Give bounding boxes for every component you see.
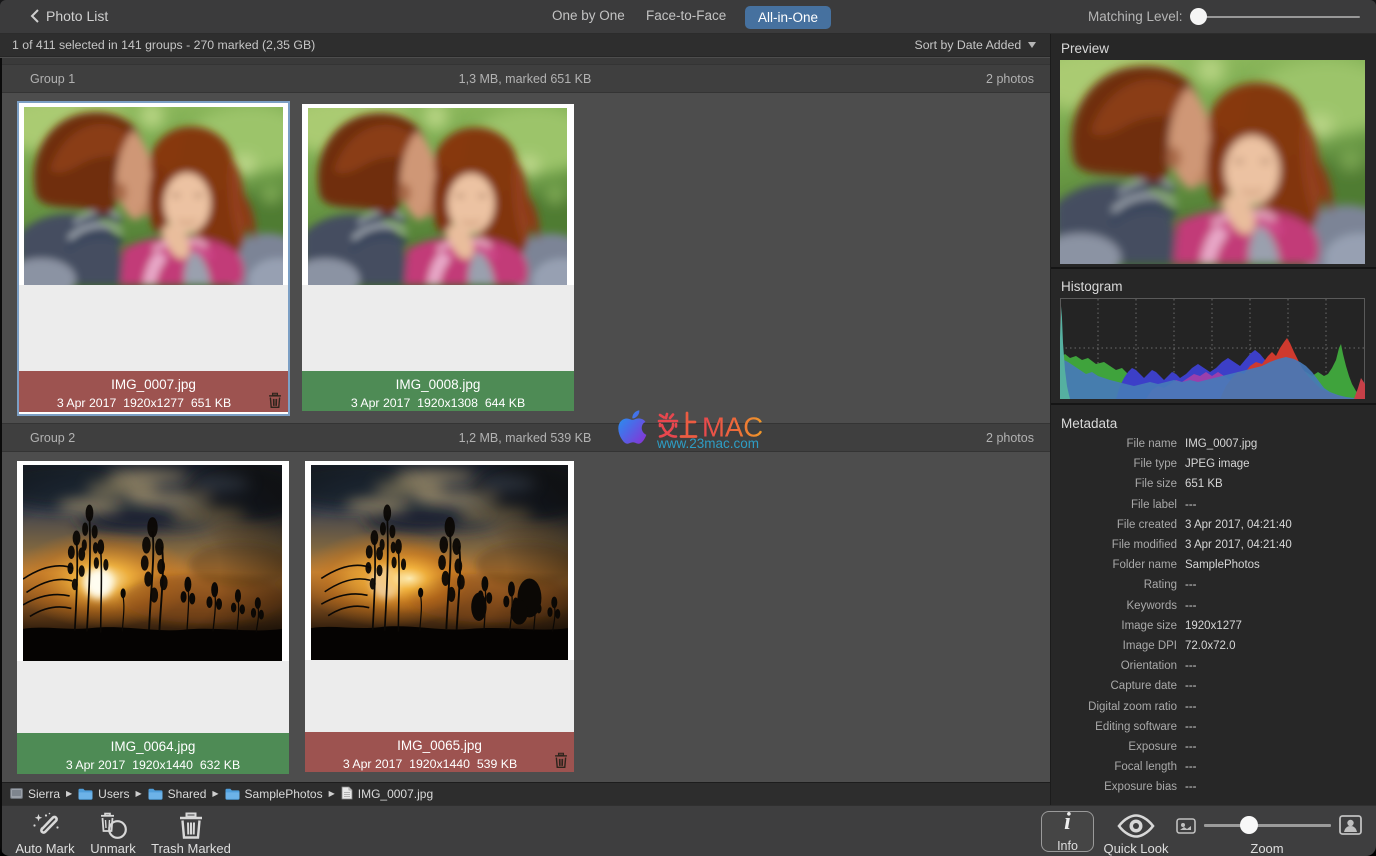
svg-text:www.23mac.com: www.23mac.com (656, 436, 759, 450)
